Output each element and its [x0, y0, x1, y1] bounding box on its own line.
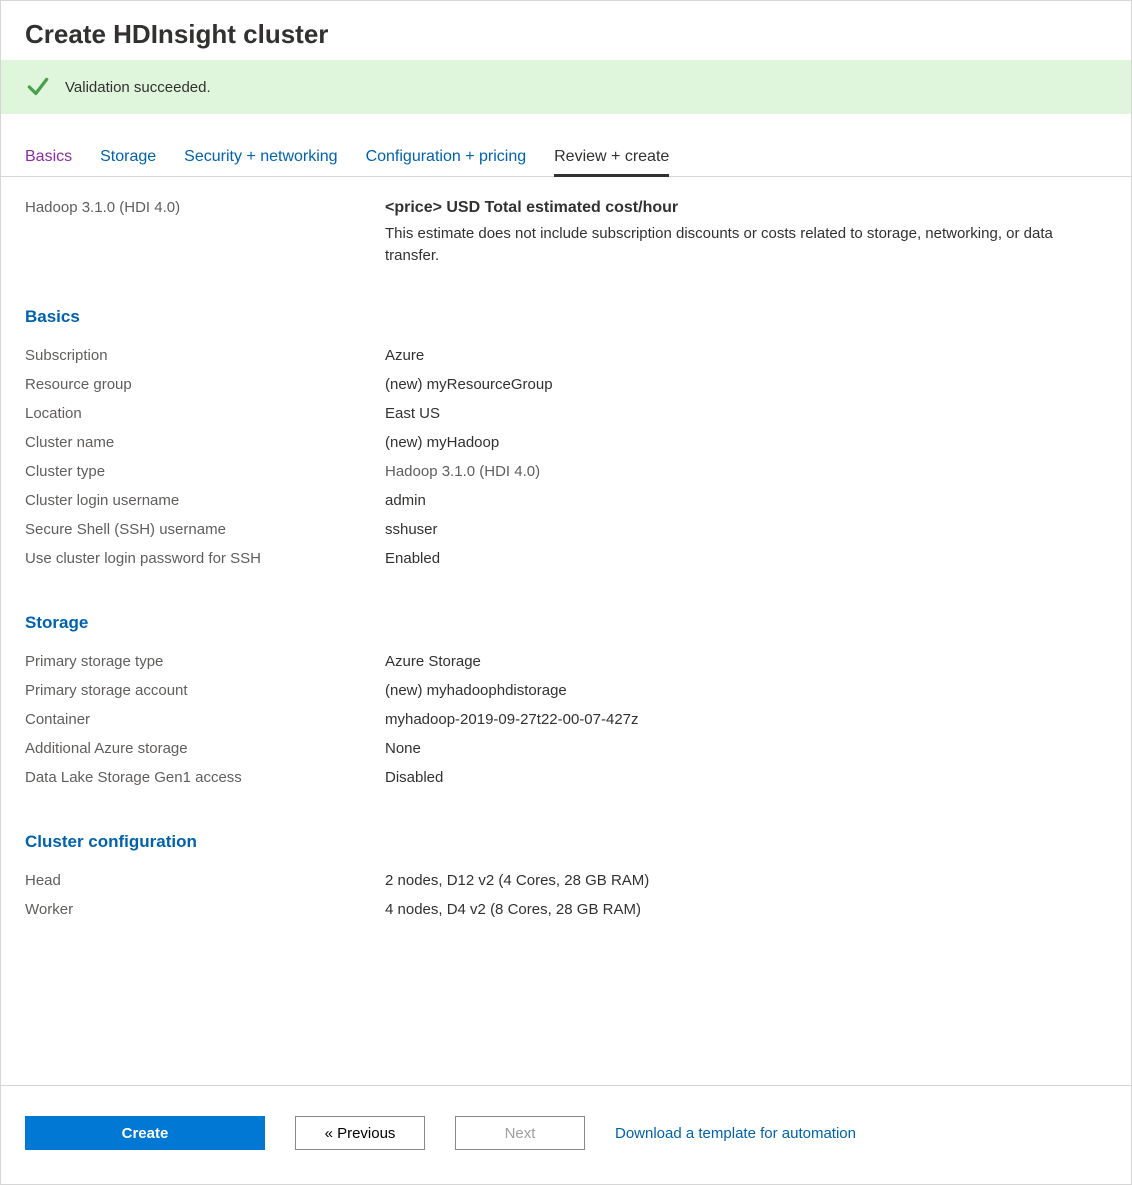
label-container: Container — [25, 711, 385, 728]
next-button: Next — [455, 1116, 585, 1150]
tab-configuration-pricing[interactable]: Configuration + pricing — [366, 148, 527, 176]
price-line: <price> USD Total estimated cost/hour — [385, 199, 1107, 217]
section-cluster-config: Cluster configuration Head2 nodes, D12 v… — [1, 832, 1131, 924]
row-location: LocationEast US — [25, 399, 1107, 428]
label-primary-storage-account: Primary storage account — [25, 682, 385, 699]
page-title: Create HDInsight cluster — [25, 19, 1107, 50]
summary-version: Hadoop 3.1.0 (HDI 4.0) — [25, 199, 385, 267]
previous-button[interactable]: « Previous — [295, 1116, 425, 1150]
label-ssh-username: Secure Shell (SSH) username — [25, 521, 385, 538]
section-title-storage: Storage — [25, 613, 1107, 633]
row-worker: Worker4 nodes, D4 v2 (8 Cores, 28 GB RAM… — [25, 895, 1107, 924]
row-primary-storage-type: Primary storage typeAzure Storage — [25, 647, 1107, 676]
row-container: Containermyhadoop-2019-09-27t22-00-07-42… — [25, 705, 1107, 734]
row-ssh-login-password: Use cluster login password for SSHEnable… — [25, 544, 1107, 573]
label-primary-storage-type: Primary storage type — [25, 653, 385, 670]
value-head: 2 nodes, D12 v2 (4 Cores, 28 GB RAM) — [385, 872, 649, 889]
value-login-username: admin — [385, 492, 426, 509]
row-ssh-username: Secure Shell (SSH) usernamesshuser — [25, 515, 1107, 544]
footer-bar: Create « Previous Next Download a templa… — [1, 1085, 1131, 1184]
label-login-username: Cluster login username — [25, 492, 385, 509]
check-icon — [25, 74, 51, 100]
label-subscription: Subscription — [25, 347, 385, 364]
row-subscription: SubscriptionAzure — [25, 341, 1107, 370]
tab-security-networking[interactable]: Security + networking — [184, 148, 337, 176]
value-container: myhadoop-2019-09-27t22-00-07-427z — [385, 711, 639, 728]
row-primary-storage-account: Primary storage account(new) myhadoophdi… — [25, 676, 1107, 705]
value-subscription: Azure — [385, 347, 424, 364]
section-title-basics: Basics — [25, 307, 1107, 327]
label-cluster-type: Cluster type — [25, 463, 385, 480]
row-cluster-type: Cluster typeHadoop 3.1.0 (HDI 4.0) — [25, 457, 1107, 486]
validation-banner: Validation succeeded. — [1, 60, 1131, 114]
row-additional-storage: Additional Azure storageNone — [25, 734, 1107, 763]
section-title-cluster: Cluster configuration — [25, 832, 1107, 852]
row-head: Head2 nodes, D12 v2 (4 Cores, 28 GB RAM) — [25, 866, 1107, 895]
section-basics: Basics SubscriptionAzure Resource group(… — [1, 307, 1131, 573]
row-datalake-gen1: Data Lake Storage Gen1 accessDisabled — [25, 763, 1107, 792]
value-primary-storage-type: Azure Storage — [385, 653, 481, 670]
value-primary-storage-account: (new) myhadoophdistorage — [385, 682, 567, 699]
label-location: Location — [25, 405, 385, 422]
value-ssh-login-password: Enabled — [385, 550, 440, 567]
download-template-link[interactable]: Download a template for automation — [615, 1125, 856, 1142]
label-additional-storage: Additional Azure storage — [25, 740, 385, 757]
value-cluster-type: Hadoop 3.1.0 (HDI 4.0) — [385, 463, 540, 480]
value-location: East US — [385, 405, 440, 422]
label-worker: Worker — [25, 901, 385, 918]
tab-basics[interactable]: Basics — [25, 148, 72, 176]
tab-bar: Basics Storage Security + networking Con… — [1, 148, 1131, 177]
tab-storage[interactable]: Storage — [100, 148, 156, 176]
label-datalake-gen1: Data Lake Storage Gen1 access — [25, 769, 385, 786]
validation-message: Validation succeeded. — [65, 79, 211, 96]
value-ssh-username: sshuser — [385, 521, 438, 538]
value-cluster-name: (new) myHadoop — [385, 434, 499, 451]
value-datalake-gen1: Disabled — [385, 769, 443, 786]
value-worker: 4 nodes, D4 v2 (8 Cores, 28 GB RAM) — [385, 901, 641, 918]
row-login-username: Cluster login usernameadmin — [25, 486, 1107, 515]
label-head: Head — [25, 872, 385, 889]
label-ssh-login-password: Use cluster login password for SSH — [25, 550, 385, 567]
row-resource-group: Resource group(new) myResourceGroup — [25, 370, 1107, 399]
label-resource-group: Resource group — [25, 376, 385, 393]
create-button[interactable]: Create — [25, 1116, 265, 1150]
label-cluster-name: Cluster name — [25, 434, 385, 451]
summary-row: Hadoop 3.1.0 (HDI 4.0) <price> USD Total… — [1, 177, 1131, 267]
row-cluster-name: Cluster name(new) myHadoop — [25, 428, 1107, 457]
value-resource-group: (new) myResourceGroup — [385, 376, 553, 393]
tab-review-create[interactable]: Review + create — [554, 148, 669, 176]
price-description: This estimate does not include subscript… — [385, 223, 1107, 267]
value-additional-storage: None — [385, 740, 421, 757]
section-storage: Storage Primary storage typeAzure Storag… — [1, 613, 1131, 792]
